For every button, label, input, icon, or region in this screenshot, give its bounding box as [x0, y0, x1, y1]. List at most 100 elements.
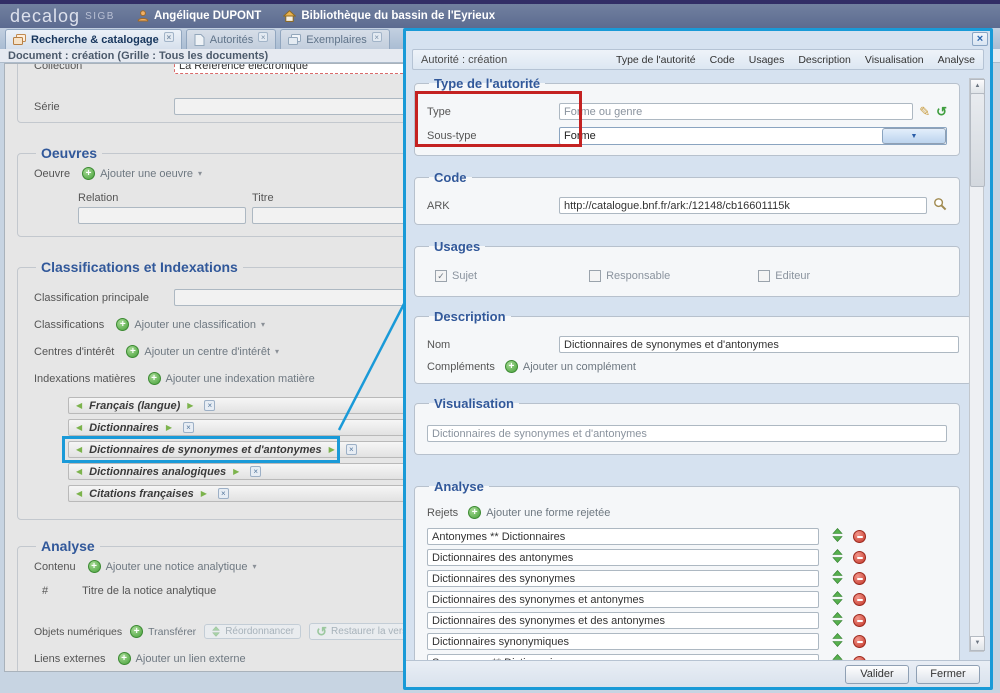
tab-recherche-catalogage[interactable]: Recherche & catalogage × [5, 29, 182, 49]
library-name-label: Bibliothèque du bassin de l'Eyrieux [301, 10, 495, 22]
remove-rejet-icon[interactable] [853, 530, 866, 543]
add-classification-label: Ajouter une classification [134, 319, 256, 331]
undo-icon[interactable]: ↺ [936, 105, 947, 118]
remove-rejet-icon[interactable] [853, 635, 866, 648]
relation-input[interactable] [78, 207, 246, 224]
app-logo: decalog [10, 6, 80, 27]
tab-close-icon[interactable]: × [258, 32, 268, 42]
scrollbar-thumb[interactable] [970, 93, 985, 187]
reorder-icon[interactable] [831, 570, 844, 587]
move-right-icon[interactable]: ▶ [329, 445, 335, 454]
rejet-input[interactable] [427, 528, 819, 545]
remove-tag-icon[interactable]: × [346, 444, 357, 455]
visualisation-fieldset: Visualisation [414, 396, 960, 455]
visualisation-input [427, 425, 947, 442]
remove-tag-icon[interactable]: × [183, 422, 194, 433]
move-left-icon[interactable]: ◀ [76, 401, 82, 410]
add-complement-link[interactable]: + Ajouter un complément [505, 360, 636, 373]
reorder-icon[interactable] [831, 633, 844, 650]
add-complement-label: Ajouter un complément [523, 361, 636, 373]
scroll-up-icon[interactable]: ▲ [970, 79, 985, 94]
rejet-input[interactable] [427, 591, 819, 608]
add-rejet-link[interactable]: + Ajouter une forme rejetée [468, 506, 610, 519]
add-classification-link[interactable]: + Ajouter une classification ▾ [116, 318, 265, 331]
tab-autorites[interactable]: Autorités × [186, 29, 276, 49]
scroll-down-icon[interactable]: ▼ [970, 636, 985, 651]
tab-close-icon[interactable]: × [164, 32, 174, 42]
current-library[interactable]: Bibliothèque du bassin de l'Eyrieux [283, 10, 495, 22]
restore-icon: ↺ [316, 625, 327, 638]
rejet-item [427, 633, 947, 650]
reorder-icon[interactable] [831, 528, 844, 545]
nav-code[interactable]: Code [710, 54, 735, 66]
search-icon[interactable] [933, 197, 947, 214]
rejet-input[interactable] [427, 549, 819, 566]
dialog-scrollbar[interactable]: ▲ ▼ [969, 78, 984, 652]
close-icon[interactable]: × [972, 32, 988, 46]
tag-label: Français (langue) [89, 400, 180, 412]
move-right-icon[interactable]: ▶ [233, 467, 239, 476]
edit-pencil-icon[interactable]: ✎ [919, 105, 930, 118]
liens-externes-label: Liens externes [34, 653, 106, 665]
nav-visualisation[interactable]: Visualisation [865, 54, 924, 66]
usages-row: Sujet Responsable Editeur [427, 270, 947, 282]
reorder-icon [211, 626, 221, 637]
sujet-label: Sujet [452, 270, 477, 282]
rejet-input[interactable] [427, 633, 819, 650]
move-right-icon[interactable]: ▶ [166, 423, 172, 432]
fermer-button[interactable]: Fermer [916, 665, 980, 684]
move-left-icon[interactable]: ◀ [76, 445, 82, 454]
current-user[interactable]: Angélique DUPONT [137, 10, 261, 22]
nav-usages[interactable]: Usages [749, 54, 785, 66]
notice-number-column: # [42, 585, 48, 597]
remove-tag-icon[interactable]: × [218, 488, 229, 499]
sous-type-select[interactable]: Forme ▼ [559, 127, 947, 145]
move-right-icon[interactable]: ▶ [201, 489, 207, 498]
nav-analyse[interactable]: Analyse [938, 54, 975, 66]
reorder-icon[interactable] [831, 549, 844, 566]
move-right-icon[interactable]: ▶ [187, 401, 193, 410]
rejet-input[interactable] [427, 570, 819, 587]
code-legend: Code [429, 170, 472, 185]
editeur-checkbox [758, 270, 770, 282]
remove-tag-icon[interactable]: × [250, 466, 261, 477]
dialog-title: Autorité : création [421, 54, 507, 66]
add-notice-link[interactable]: + Ajouter une notice analytique ▾ [88, 560, 257, 573]
rejets-row: Rejets + Ajouter une forme rejetée [427, 506, 947, 519]
visualisation-row [427, 425, 947, 442]
remove-rejet-icon[interactable] [853, 614, 866, 627]
nav-type-autorite[interactable]: Type de l'autorité [616, 54, 696, 66]
tab-exemplaires[interactable]: Exemplaires × [280, 29, 390, 49]
move-left-icon[interactable]: ◀ [76, 423, 82, 432]
tab-label: Recherche & catalogage [31, 34, 159, 46]
nom-input[interactable] [559, 336, 959, 353]
transferer-label: Transférer [148, 626, 196, 638]
reorder-icon[interactable] [831, 612, 844, 629]
dropdown-caret-icon: ▾ [198, 169, 202, 178]
add-oeuvre-link[interactable]: + Ajouter une oeuvre ▾ [82, 167, 202, 180]
remove-rejet-icon[interactable] [853, 551, 866, 564]
add-indexation-link[interactable]: + Ajouter une indexation matière [148, 372, 315, 385]
nav-description[interactable]: Description [798, 54, 851, 66]
reordonnancer-button-disabled: Réordonnancer [204, 624, 301, 639]
reorder-icon[interactable] [831, 591, 844, 608]
ark-input[interactable] [559, 197, 927, 214]
tab-close-icon[interactable]: × [372, 32, 382, 42]
move-left-icon[interactable]: ◀ [76, 489, 82, 498]
add-centre-link[interactable]: + Ajouter un centre d'intérêt ▾ [126, 345, 279, 358]
transferer-link[interactable]: + Transférer [130, 625, 196, 638]
remove-tag-icon[interactable]: × [204, 400, 215, 411]
sous-type-row: Sous-type Forme ▼ [427, 127, 947, 145]
code-fieldset: Code ARK [414, 170, 960, 225]
add-lien-link[interactable]: + Ajouter un lien externe [118, 652, 246, 665]
description-legend: Description [429, 309, 511, 324]
move-left-icon[interactable]: ◀ [76, 467, 82, 476]
visualisation-legend: Visualisation [429, 396, 519, 411]
relation-column-label: Relation [78, 192, 246, 204]
valider-button[interactable]: Valider [845, 665, 909, 684]
chevron-down-icon[interactable]: ▼ [882, 128, 946, 144]
usage-editeur: Editeur [758, 270, 810, 282]
remove-rejet-icon[interactable] [853, 572, 866, 585]
remove-rejet-icon[interactable] [853, 593, 866, 606]
rejet-input[interactable] [427, 612, 819, 629]
